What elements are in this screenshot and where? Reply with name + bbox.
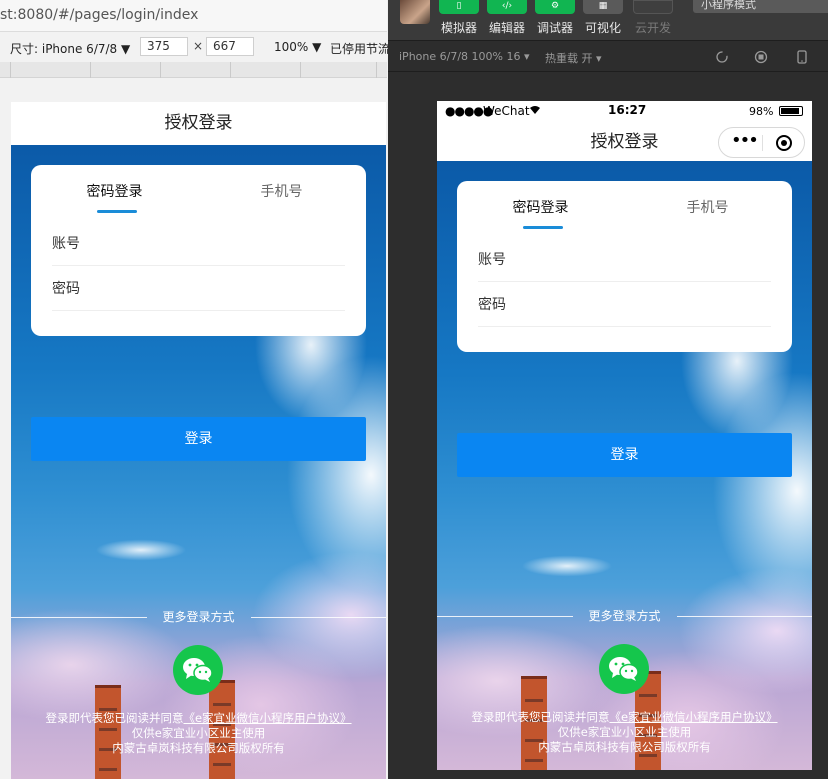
editor-button[interactable]: ‹/› 编辑器 <box>485 0 529 40</box>
tab-phone-login[interactable]: 手机号 <box>198 175 365 209</box>
usage-note: 仅供e家宜业小区业主使用 <box>131 726 266 740</box>
hot-reload-toggle[interactable]: 热重载 开 ▾ <box>545 50 602 66</box>
devtools-toolbar: ▯ 模拟器 ‹/› 编辑器 ⚙ 调试器 ▦ 可视化 云开发 小程序模式 <box>388 0 828 40</box>
active-tab-indicator <box>523 226 563 229</box>
phone-icon: ▯ <box>439 0 479 14</box>
wechat-login-button[interactable] <box>173 645 223 695</box>
layout-icon: ▦ <box>583 0 623 14</box>
agreement-text: 登录即代表您已阅读并同意《e家宜业微信小程序用户协议》 仅供e家宜业小区业主使用… <box>437 710 812 755</box>
password-field[interactable]: 密码 <box>478 283 771 327</box>
login-card: 密码登录 手机号 账号 密码 <box>31 165 366 336</box>
device-icon[interactable] <box>795 50 809 64</box>
active-tab-indicator <box>97 210 137 213</box>
copyright-text: 内蒙古卓岚科技有限公司版权所有 <box>538 740 711 754</box>
login-button[interactable]: 登录 <box>457 433 792 477</box>
tab-password-login[interactable]: 密码登录 <box>457 191 624 225</box>
simulator-device-select[interactable]: iPhone 6/7/8 100% 16 ▾ <box>399 50 530 63</box>
tab-phone-login[interactable]: 手机号 <box>624 191 791 225</box>
agreement-link[interactable]: 《e家宜业微信小程序用户协议》 <box>609 710 777 724</box>
browser-panel: st:8080/#/pages/login/index 尺寸: iPhone 6… <box>0 0 390 779</box>
more-login-label: 更多登录方式 <box>162 610 235 624</box>
carrier-label: WeChat <box>483 104 530 118</box>
h5-viewport: 授权登录 密码登录 手机号 账号 密码 登录 更多登录方式 登录即代表您已阅读并… <box>11 102 386 779</box>
close-miniprogram-icon[interactable] <box>776 135 792 151</box>
stop-icon[interactable] <box>754 50 768 64</box>
background-scene: 密码登录 手机号 账号 密码 登录 更多登录方式 登录即代表您已阅读并同意《e家… <box>437 161 812 770</box>
status-bar: ●●●●● WeChat 16:27 98% <box>437 101 812 121</box>
capsule-menu[interactable]: ••• <box>718 127 805 158</box>
devtools-panel: ▯ 模拟器 ‹/› 编辑器 ⚙ 调试器 ▦ 可视化 云开发 小程序模式 iPho… <box>388 0 828 779</box>
battery-icon <box>779 106 803 116</box>
mode-select[interactable]: 小程序模式 <box>693 0 828 13</box>
debug-icon: ⚙ <box>535 0 575 14</box>
agreement-link[interactable]: 《e家宜业微信小程序用户协议》 <box>183 711 351 725</box>
dimension-separator: × <box>193 39 204 53</box>
wifi-icon <box>530 106 540 114</box>
code-icon: ‹/› <box>487 0 527 14</box>
height-input[interactable]: 667 <box>206 37 254 56</box>
login-card: 密码登录 手机号 账号 密码 <box>457 181 792 352</box>
page-title: 授权登录 <box>11 102 386 145</box>
agreement-prefix: 登录即代表您已阅读并同意 <box>45 711 184 725</box>
more-login-methods: 更多登录方式 <box>11 607 386 627</box>
url-text[interactable]: st:8080/#/pages/login/index <box>0 7 198 23</box>
more-login-methods: 更多登录方式 <box>437 606 812 626</box>
copyright-text: 内蒙古卓岚科技有限公司版权所有 <box>112 741 285 755</box>
wechat-icon <box>183 658 213 682</box>
more-login-label: 更多登录方式 <box>588 609 661 623</box>
agreement-text: 登录即代表您已阅读并同意《e家宜业微信小程序用户协议》 仅供e家宜业小区业主使用… <box>11 711 386 756</box>
account-field[interactable]: 账号 <box>52 222 345 266</box>
visualize-button[interactable]: ▦ 可视化 <box>581 0 625 40</box>
width-input[interactable]: 375 <box>140 37 188 56</box>
battery-percent: 98% <box>749 105 774 118</box>
address-bar[interactable]: st:8080/#/pages/login/index <box>0 0 387 32</box>
usage-note: 仅供e家宜业小区业主使用 <box>557 725 692 739</box>
device-size-select[interactable]: 尺寸: iPhone 6/7/8 ▼ <box>10 40 130 57</box>
tab-password-login[interactable]: 密码登录 <box>31 175 198 209</box>
login-button[interactable]: 登录 <box>31 417 366 461</box>
rotate-icon[interactable] <box>715 50 729 64</box>
wechat-icon <box>609 657 639 681</box>
password-field[interactable]: 密码 <box>52 267 345 311</box>
device-toolbar: 尺寸: iPhone 6/7/8 ▼ 375 × 667 100% ▼ 已停用节… <box>0 33 390 61</box>
account-field[interactable]: 账号 <box>478 238 771 282</box>
more-icon[interactable]: ••• <box>731 132 759 150</box>
wechat-login-button[interactable] <box>599 644 649 694</box>
debugger-button[interactable]: ⚙ 调试器 <box>533 0 577 40</box>
agreement-prefix: 登录即代表您已阅读并同意 <box>471 710 610 724</box>
simulator-screen: ●●●●● WeChat 16:27 98% 授权登录 ••• 密码登录 手机号… <box>437 101 812 770</box>
cloud-icon <box>633 0 673 14</box>
simulator-button[interactable]: ▯ 模拟器 <box>437 0 481 40</box>
throttle-select[interactable]: 已停用节流 <box>330 40 390 57</box>
simulator-toolbar: iPhone 6/7/8 100% 16 ▾ 热重载 开 ▾ <box>388 40 828 72</box>
background-scene: 密码登录 手机号 账号 密码 登录 更多登录方式 登录即代表您已阅读并同意《e家… <box>11 145 386 779</box>
user-avatar[interactable] <box>400 0 430 24</box>
cloud-dev-button[interactable]: 云开发 <box>631 0 675 40</box>
zoom-select[interactable]: 100% ▼ <box>274 40 321 54</box>
clock: 16:27 <box>608 103 647 117</box>
media-query-ruler <box>0 62 387 78</box>
